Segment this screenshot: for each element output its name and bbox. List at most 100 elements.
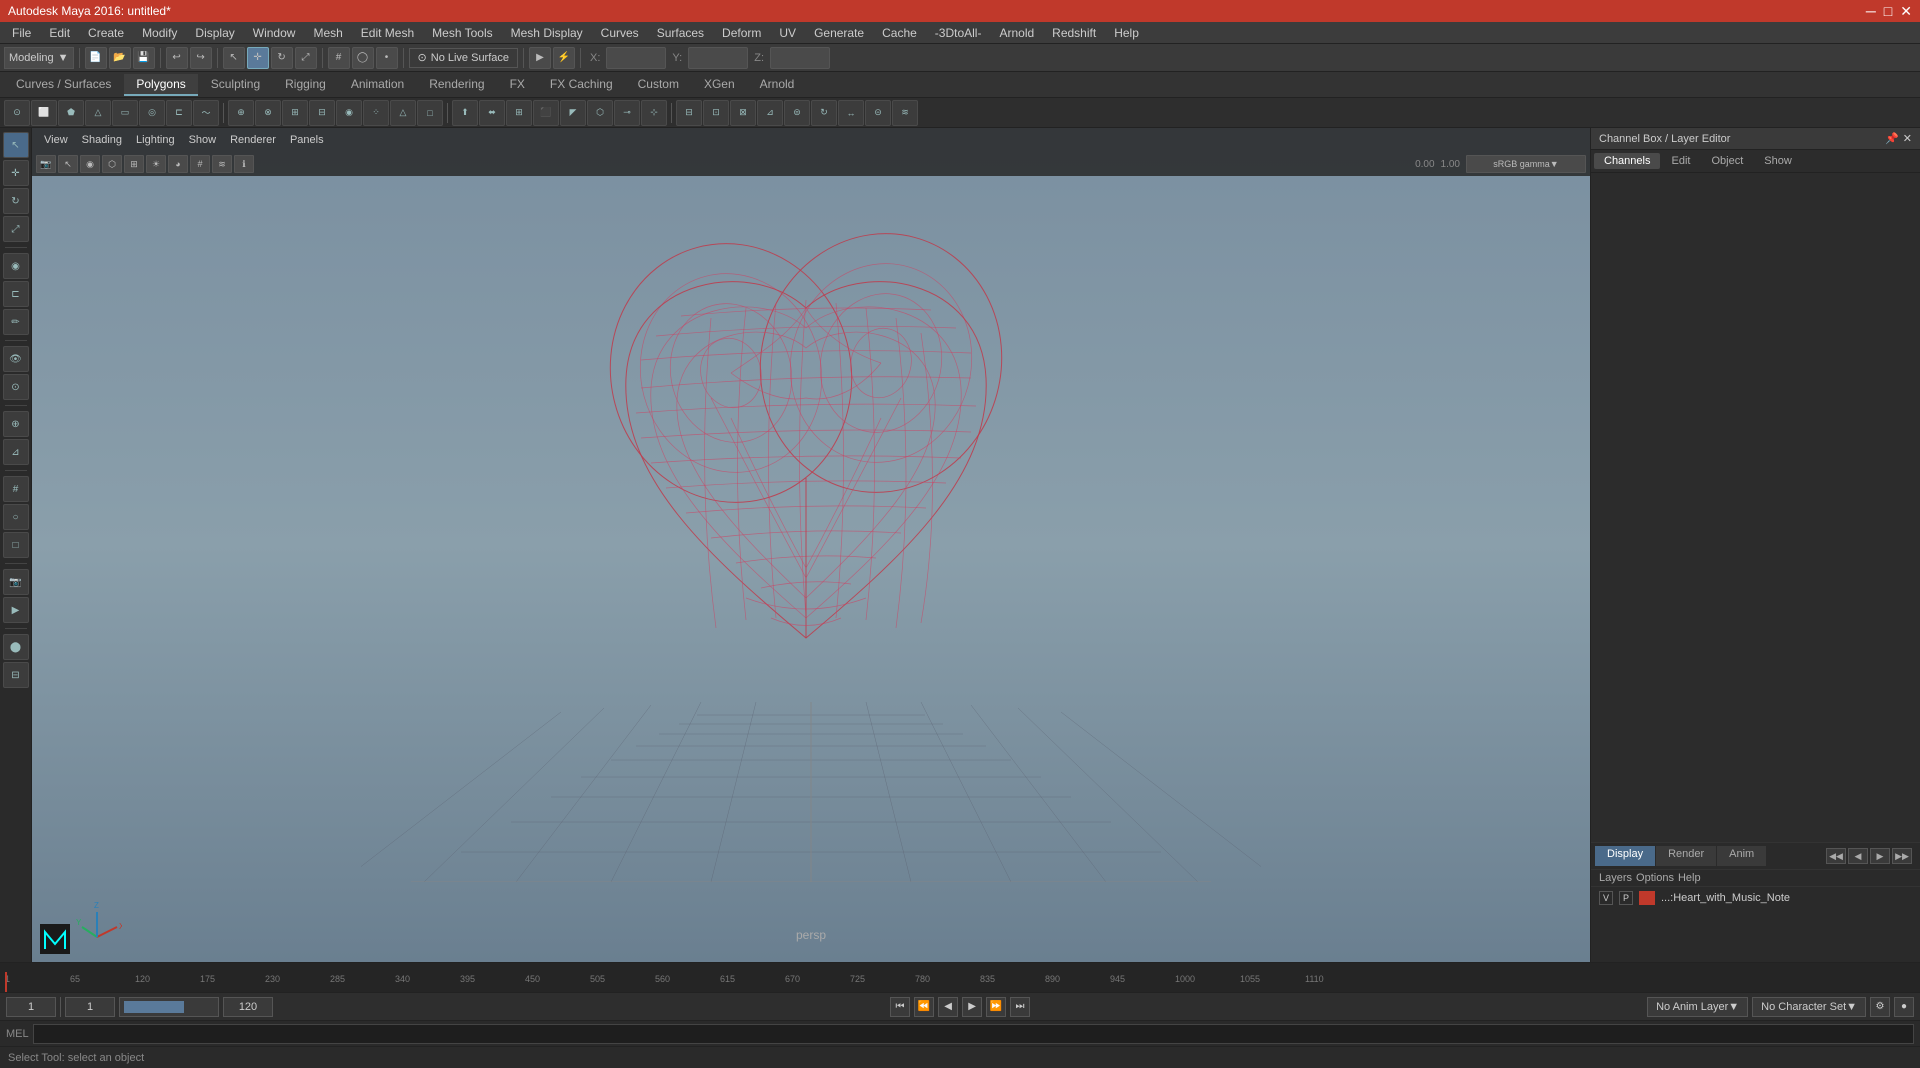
tab-rendering[interactable]: Rendering bbox=[417, 74, 496, 96]
shelf-sphere[interactable]: ⊙ bbox=[4, 100, 30, 126]
shelf-plane[interactable]: ▭ bbox=[112, 100, 138, 126]
transport-play-back[interactable]: ◀ bbox=[938, 997, 958, 1017]
show-hide[interactable]: 👁 bbox=[3, 346, 29, 372]
select-tool-btn[interactable]: ↖ bbox=[223, 47, 245, 69]
close-btn[interactable]: ✕ bbox=[1900, 3, 1912, 20]
viewport[interactable]: View Shading Lighting Show Renderer Pane… bbox=[32, 128, 1590, 962]
camera-tool[interactable]: 📷 bbox=[3, 569, 29, 595]
vp-renderer-menu[interactable]: Renderer bbox=[224, 132, 282, 148]
transport-goto-end[interactable]: ⏭ bbox=[1010, 997, 1030, 1017]
range-slider[interactable] bbox=[119, 997, 219, 1017]
shelf-smooth[interactable]: ◉ bbox=[336, 100, 362, 126]
tab-arnold[interactable]: Arnold bbox=[748, 74, 807, 96]
quick-layout[interactable]: ⊟ bbox=[3, 662, 29, 688]
shelf-helix[interactable]: 〜 bbox=[193, 100, 219, 126]
shelf-symmetrize[interactable]: ⊝ bbox=[865, 100, 891, 126]
save-btn[interactable]: 💾 bbox=[133, 47, 155, 69]
shelf-append[interactable]: ⊞ bbox=[506, 100, 532, 126]
layer-forward-btn[interactable]: ▶▶ bbox=[1892, 848, 1912, 864]
shelf-bevel[interactable]: ⊠ bbox=[730, 100, 756, 126]
mel-label[interactable]: MEL bbox=[6, 1028, 29, 1040]
menu-deform[interactable]: Deform bbox=[714, 24, 769, 42]
live-surface-btn[interactable]: ⊙ No Live Surface bbox=[409, 48, 518, 68]
input-mask[interactable]: ⬤ bbox=[3, 634, 29, 660]
layer-back-btn[interactable]: ◀◀ bbox=[1826, 848, 1846, 864]
y-field[interactable] bbox=[688, 47, 748, 69]
snap-curve-btn[interactable]: ◯ bbox=[352, 47, 374, 69]
snap-point-btn[interactable]: • bbox=[376, 47, 398, 69]
vp-light-btn[interactable]: ☀ bbox=[146, 155, 166, 173]
dp-tab-render[interactable]: Render bbox=[1656, 846, 1716, 866]
playhead[interactable] bbox=[5, 972, 7, 992]
vp-camera-btn[interactable]: 📷 bbox=[36, 155, 56, 173]
move-tool[interactable]: ✛ bbox=[3, 160, 29, 186]
menu-surfaces[interactable]: Surfaces bbox=[649, 24, 712, 42]
paint-select[interactable]: ✏ bbox=[3, 309, 29, 335]
shelf-extrude[interactable]: ⬆ bbox=[452, 100, 478, 126]
snap-object[interactable]: ○ bbox=[3, 504, 29, 530]
vp-select-btn[interactable]: ↖ bbox=[58, 155, 78, 173]
vp-texture-btn[interactable]: ⊞ bbox=[124, 155, 144, 173]
shelf-edge-flow[interactable]: ≋ bbox=[892, 100, 918, 126]
timeline-numbers[interactable]: 1 65 120 175 230 285 340 395 450 505 560… bbox=[0, 963, 1920, 992]
ch-tab-object[interactable]: Object bbox=[1701, 153, 1753, 169]
maximize-btn[interactable]: □ bbox=[1884, 3, 1892, 20]
layer-color-swatch[interactable] bbox=[1639, 891, 1655, 905]
panel-close-icon[interactable]: ✕ bbox=[1903, 132, 1912, 145]
ch-tab-edit[interactable]: Edit bbox=[1661, 153, 1700, 169]
shelf-pipe[interactable]: ⊏ bbox=[166, 100, 192, 126]
menu-create[interactable]: Create bbox=[80, 24, 132, 42]
menu-window[interactable]: Window bbox=[245, 24, 304, 42]
tab-sculpting[interactable]: Sculpting bbox=[199, 74, 272, 96]
z-field[interactable] bbox=[770, 47, 830, 69]
isolate[interactable]: ⊙ bbox=[3, 374, 29, 400]
tab-custom[interactable]: Custom bbox=[626, 74, 691, 96]
menu-mesh[interactable]: Mesh bbox=[305, 24, 350, 42]
menu-mesh-display[interactable]: Mesh Display bbox=[503, 24, 591, 42]
ch-tab-show[interactable]: Show bbox=[1754, 153, 1802, 169]
gamma-dropdown[interactable]: sRGB gamma ▼ bbox=[1466, 155, 1586, 173]
shelf-flip[interactable]: ↔ bbox=[838, 100, 864, 126]
sub-options[interactable]: Options bbox=[1636, 872, 1674, 884]
soft-select[interactable]: ◉ bbox=[3, 253, 29, 279]
scale-tool-btn[interactable]: ⤢ bbox=[295, 47, 317, 69]
menu-display[interactable]: Display bbox=[187, 24, 242, 42]
shelf-connect[interactable]: ⊸ bbox=[614, 100, 640, 126]
transport-play[interactable]: ▶ bbox=[962, 997, 982, 1017]
vp-panels-menu[interactable]: Panels bbox=[284, 132, 330, 148]
snap-grid[interactable]: # bbox=[3, 476, 29, 502]
char-set-field[interactable]: No Character Set ▼ bbox=[1752, 997, 1866, 1017]
snap-face[interactable]: □ bbox=[3, 532, 29, 558]
sub-help[interactable]: Help bbox=[1678, 872, 1701, 884]
rotate-tool-btn[interactable]: ↻ bbox=[271, 47, 293, 69]
tab-rigging[interactable]: Rigging bbox=[273, 74, 338, 96]
x-field[interactable] bbox=[606, 47, 666, 69]
vp-view-menu[interactable]: View bbox=[38, 132, 74, 148]
shelf-spin[interactable]: ↻ bbox=[811, 100, 837, 126]
render-btn[interactable]: ▶ bbox=[529, 47, 551, 69]
layer-prev-btn[interactable]: ◀ bbox=[1848, 848, 1868, 864]
vp-show-menu[interactable]: Show bbox=[183, 132, 223, 148]
layer-next-btn[interactable]: ▶ bbox=[1870, 848, 1890, 864]
menu-arnold[interactable]: Arnold bbox=[991, 24, 1042, 42]
tab-polygons[interactable]: Polygons bbox=[124, 74, 197, 96]
shelf-fill[interactable]: ⬛ bbox=[533, 100, 559, 126]
tab-fx-caching[interactable]: FX Caching bbox=[538, 74, 625, 96]
shelf-quadrangulate[interactable]: □ bbox=[417, 100, 443, 126]
soft-mod[interactable]: ⊿ bbox=[3, 439, 29, 465]
shelf-combine[interactable]: ⊕ bbox=[228, 100, 254, 126]
mode-dropdown[interactable]: Modeling ▼ bbox=[4, 47, 74, 69]
tab-curves-surfaces[interactable]: Curves / Surfaces bbox=[4, 74, 123, 96]
menu-redshift[interactable]: Redshift bbox=[1044, 24, 1104, 42]
panel-pin-icon[interactable]: 📌 bbox=[1885, 132, 1899, 145]
frame-start-field[interactable]: 1 bbox=[6, 997, 56, 1017]
menu-file[interactable]: File bbox=[4, 24, 39, 42]
vp-grid-btn[interactable]: # bbox=[190, 155, 210, 173]
move-tool-btn[interactable]: ✛ bbox=[247, 47, 269, 69]
snap-grid-btn[interactable]: # bbox=[328, 47, 350, 69]
menu-modify[interactable]: Modify bbox=[134, 24, 185, 42]
pivot-center[interactable]: ⊕ bbox=[3, 411, 29, 437]
shelf-wedge[interactable]: ◤ bbox=[560, 100, 586, 126]
tab-animation[interactable]: Animation bbox=[339, 74, 416, 96]
shelf-insert-edge[interactable]: ⊟ bbox=[676, 100, 702, 126]
